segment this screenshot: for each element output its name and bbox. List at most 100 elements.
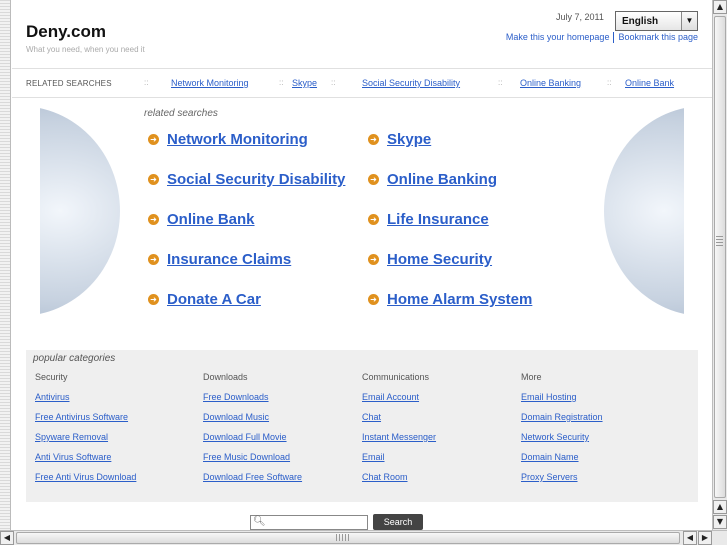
popular-categories-title: popular categories	[33, 353, 116, 364]
category-link[interactable]: Chat Room	[362, 472, 436, 492]
bar-separator: ::	[279, 78, 284, 87]
category-link[interactable]: Domain Registration	[521, 412, 603, 432]
make-homepage-link[interactable]: Make this your homepage	[506, 32, 610, 42]
related-search-text[interactable]: Network Monitoring	[167, 131, 308, 148]
magnifier-icon: 🔍︎	[253, 516, 266, 527]
language-selected: English	[622, 16, 659, 27]
bar-separator: ::	[498, 78, 503, 87]
category-link[interactable]: Free Downloads	[203, 392, 302, 412]
category-link[interactable]: Free Anti Virus Download	[35, 472, 136, 492]
related-search-text[interactable]: Insurance Claims	[167, 251, 291, 268]
category-column-security: Security Antivirus Free Antivirus Softwa…	[35, 372, 136, 492]
bar-link[interactable]: Online Bank	[625, 78, 674, 88]
category-header: More	[521, 372, 542, 382]
related-search-link[interactable]: ➜ Skype	[368, 131, 431, 148]
scroll-up-icon[interactable]: ▲	[713, 0, 727, 14]
scroll-left-icon[interactable]: ◀	[683, 531, 697, 545]
category-link[interactable]: Download Free Software	[203, 472, 302, 492]
category-link[interactable]: Email	[362, 452, 436, 472]
site-tagline: What you need, when you need it	[26, 45, 145, 54]
scroll-down-icon[interactable]: ▼	[713, 515, 727, 529]
horizontal-scrollbar[interactable]: ◀ ◀ ▶	[0, 530, 727, 545]
arrow-right-icon: ➜	[368, 294, 379, 305]
browser-frame: Deny.com What you need, when you need it…	[0, 0, 727, 545]
scroll-left-icon[interactable]: ◀	[0, 531, 14, 545]
category-header: Security	[35, 372, 68, 382]
search-input[interactable]: 🔍︎	[250, 515, 368, 530]
bar-separator: ::	[607, 78, 612, 87]
arrow-right-icon: ➜	[368, 134, 379, 145]
related-search-link[interactable]: ➜ Network Monitoring	[148, 131, 308, 148]
category-link[interactable]: Instant Messenger	[362, 432, 436, 452]
current-date: July 7, 2011	[556, 12, 604, 22]
related-search-text[interactable]: Life Insurance	[387, 211, 489, 228]
category-column-more: More Email Hosting Domain Registration N…	[521, 372, 603, 492]
category-header: Downloads	[203, 372, 248, 382]
related-search-text[interactable]: Online Bank	[167, 211, 255, 228]
arrow-right-icon: ➜	[148, 174, 159, 185]
site-logo[interactable]: Deny.com	[26, 22, 106, 42]
category-link[interactable]: Proxy Servers	[521, 472, 603, 492]
related-search-link[interactable]: ➜ Home Security	[368, 251, 492, 268]
related-search-link[interactable]: ➜ Online Banking	[368, 171, 497, 188]
related-search-link[interactable]: ➜ Donate A Car	[148, 291, 261, 308]
related-search-text[interactable]: Social Security Disability	[167, 171, 345, 188]
related-search-link[interactable]: ➜ Life Insurance	[368, 211, 489, 228]
related-search-text[interactable]: Home Security	[387, 251, 492, 268]
arrow-right-icon: ➜	[368, 254, 379, 265]
category-column-communications: Communications Email Account Chat Instan…	[362, 372, 436, 492]
bar-link[interactable]: Social Security Disability	[362, 78, 460, 88]
related-bar-label: RELATED SEARCHES	[26, 79, 112, 88]
page-content: Deny.com What you need, when you need it…	[12, 0, 712, 530]
related-search-link[interactable]: ➜ Social Security Disability	[148, 171, 345, 188]
related-search-link[interactable]: ➜ Insurance Claims	[148, 251, 291, 268]
scroll-right-icon[interactable]: ▶	[698, 531, 712, 545]
category-link[interactable]: Free Antivirus Software	[35, 412, 136, 432]
category-link[interactable]: Domain Name	[521, 452, 603, 472]
related-search-text[interactable]: Skype	[387, 131, 431, 148]
arrow-right-icon: ➜	[368, 214, 379, 225]
category-link[interactable]: Free Music Download	[203, 452, 302, 472]
related-search-link[interactable]: ➜ Home Alarm System	[368, 291, 532, 308]
category-link[interactable]: Chat	[362, 412, 436, 432]
related-search-text[interactable]: Online Banking	[387, 171, 497, 188]
category-link[interactable]: Email Account	[362, 392, 436, 412]
language-select[interactable]: English ▼	[615, 11, 698, 31]
related-search-text[interactable]: Donate A Car	[167, 291, 261, 308]
bar-link[interactable]: Network Monitoring	[171, 78, 249, 88]
category-link[interactable]: Download Full Movie	[203, 432, 302, 452]
window-edge	[0, 0, 11, 530]
arrow-right-icon: ➜	[148, 134, 159, 145]
link-divider	[613, 32, 615, 44]
category-link[interactable]: Antivirus	[35, 392, 136, 412]
decorative-swoosh-right	[604, 106, 684, 316]
related-searches-bar: RELATED SEARCHES :: Network Monitoring :…	[12, 68, 712, 98]
top-links: Make this your homepage Bookmark this pag…	[506, 32, 698, 44]
vertical-scroll-thumb[interactable]	[714, 16, 726, 498]
arrow-right-icon: ➜	[148, 214, 159, 225]
category-column-downloads: Downloads Free Downloads Download Music …	[203, 372, 302, 492]
search-button[interactable]: Search	[373, 514, 423, 530]
arrow-right-icon: ➜	[148, 254, 159, 265]
arrow-right-icon: ➜	[368, 174, 379, 185]
category-header: Communications	[362, 372, 430, 382]
related-searches-panel	[40, 106, 684, 316]
category-link[interactable]: Download Music	[203, 412, 302, 432]
category-link[interactable]: Anti Virus Software	[35, 452, 136, 472]
related-search-text[interactable]: Home Alarm System	[387, 291, 532, 308]
vertical-scrollbar[interactable]: ▲ ▲ ▼	[712, 0, 727, 530]
bar-link[interactable]: Skype	[292, 78, 317, 88]
chevron-down-icon[interactable]: ▼	[681, 12, 697, 30]
bar-separator: ::	[331, 78, 336, 87]
related-searches-title: related searches	[144, 108, 218, 119]
bar-link[interactable]: Online Banking	[520, 78, 581, 88]
related-search-link[interactable]: ➜ Online Bank	[148, 211, 255, 228]
popular-categories: popular categories Security Antivirus Fr…	[26, 350, 698, 502]
decorative-swoosh-left	[40, 106, 120, 316]
category-link[interactable]: Email Hosting	[521, 392, 603, 412]
category-link[interactable]: Network Security	[521, 432, 603, 452]
category-link[interactable]: Spyware Removal	[35, 432, 136, 452]
bar-separator: ::	[144, 78, 149, 87]
bookmark-link[interactable]: Bookmark this page	[618, 32, 698, 42]
scroll-up-icon[interactable]: ▲	[713, 500, 727, 514]
